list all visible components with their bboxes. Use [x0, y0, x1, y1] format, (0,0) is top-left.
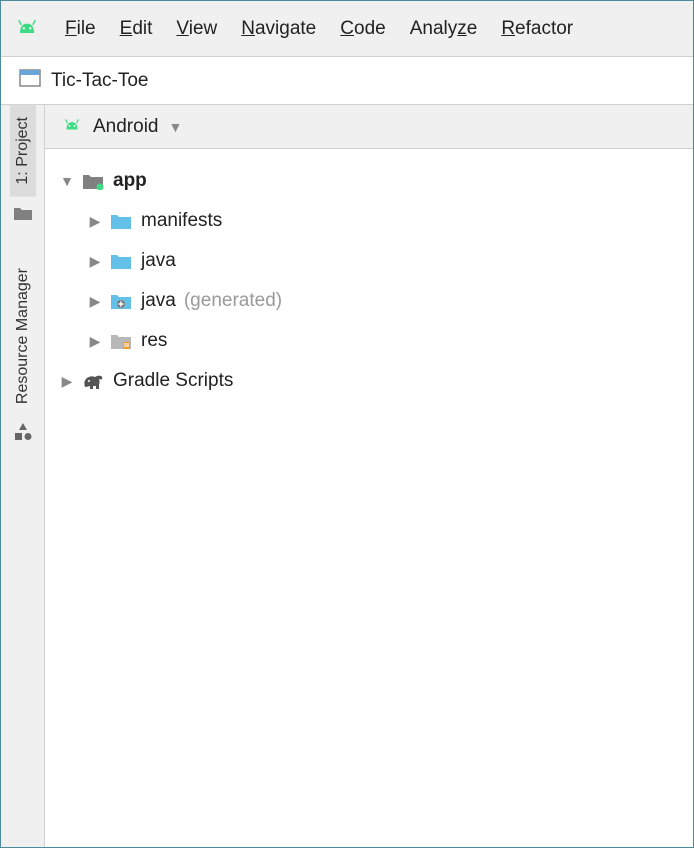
view-selector[interactable]: Android ▼ — [45, 105, 693, 149]
resources-folder-icon — [109, 331, 133, 351]
folder-icon — [13, 197, 33, 228]
project-panel: Android ▼ ▼ app ▶ — [45, 105, 693, 847]
chevron-right-icon: ▶ — [87, 253, 103, 270]
rail-tab-resource-manager-label: Resource Manager — [14, 268, 32, 404]
tree-node-gradle-scripts[interactable]: ▶ Gradle Scripts — [45, 361, 693, 401]
breadcrumb-project[interactable]: Tic-Tac-Toe — [51, 70, 148, 92]
chevron-right-icon: ▶ — [87, 293, 103, 310]
menu-navigate[interactable]: Navigate — [241, 18, 316, 40]
tree-node-label: java — [141, 290, 176, 312]
main-area: 1: Project Resource Manager — [1, 105, 693, 847]
menu-edit[interactable]: Edit — [120, 18, 153, 40]
generated-folder-icon — [109, 291, 133, 311]
folder-icon — [109, 211, 133, 231]
project-window-icon — [19, 69, 41, 92]
tree-node-label: java — [141, 250, 176, 272]
tree-node-label: Gradle Scripts — [113, 370, 233, 392]
tree-node-suffix: (generated) — [184, 290, 282, 312]
tree-node-java[interactable]: ▶ java — [45, 241, 693, 281]
menu-view[interactable]: View — [176, 18, 217, 40]
rail-tab-project[interactable]: 1: Project — [10, 105, 36, 197]
tree-node-res[interactable]: ▶ res — [45, 321, 693, 361]
menu-analyze[interactable]: Analyze — [410, 18, 478, 40]
chevron-right-icon: ▶ — [59, 373, 75, 390]
left-rail: 1: Project Resource Manager — [1, 105, 45, 847]
gradle-icon — [81, 371, 105, 391]
resource-manager-icon — [13, 416, 33, 447]
tree-node-label: app — [113, 170, 147, 192]
chevron-right-icon: ▶ — [87, 333, 103, 350]
tree-node-manifests[interactable]: ▶ manifests — [45, 201, 693, 241]
chevron-down-icon: ▼ — [59, 173, 75, 189]
tree-node-label: res — [141, 330, 167, 352]
chevron-right-icon: ▶ — [87, 213, 103, 230]
android-logo-icon — [61, 116, 83, 137]
rail-tab-resource-manager[interactable]: Resource Manager — [10, 256, 36, 416]
view-selector-label: Android — [93, 116, 159, 138]
menu-file[interactable]: File — [65, 18, 96, 40]
module-icon — [81, 171, 105, 191]
rail-tab-project-label: 1: Project — [14, 117, 32, 185]
tree-node-java-generated[interactable]: ▶ java (generated) — [45, 281, 693, 321]
android-logo-icon — [13, 16, 41, 41]
menu-refactor[interactable]: Refactor — [501, 18, 573, 40]
menu-code[interactable]: Code — [340, 18, 385, 40]
tree-node-label: manifests — [141, 210, 222, 232]
chevron-down-icon: ▼ — [169, 119, 183, 135]
folder-icon — [109, 251, 133, 271]
breadcrumb: Tic-Tac-Toe — [1, 57, 693, 105]
tree-node-app[interactable]: ▼ app — [45, 161, 693, 201]
project-tree: ▼ app ▶ manifests ▶ — [45, 149, 693, 413]
menubar: File Edit View Navigate Code Analyze Ref… — [1, 1, 693, 57]
